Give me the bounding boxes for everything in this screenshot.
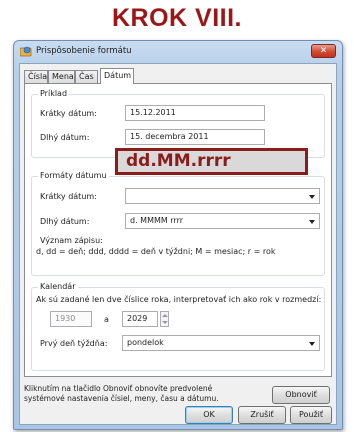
long-date-combo[interactable]: d. MMMM rrrr (125, 213, 320, 229)
notation-meaning-text: d, dd = deň; ddd, dddd = deň v týždni; M… (36, 247, 276, 256)
apply-button[interactable]: Použiť (290, 406, 332, 424)
date-formats-group: Formáty dátumu Krátky dátum: Dlhý dátum:… (31, 171, 325, 276)
example-short-value: 15.12.2011 (125, 105, 265, 121)
dialog-body: Čísla Mena Čas Dátum Príklad Krátky dátu… (19, 63, 337, 425)
cancel-button[interactable]: Zrušiť (238, 406, 286, 424)
regional-settings-icon (20, 46, 32, 57)
calendar-legend: Kalendár (38, 282, 78, 291)
restore-note: Kliknutím na tlačidlo Obnoviť obnovíte p… (24, 384, 224, 404)
long-date-value: d. MMMM rrrr (130, 216, 184, 225)
tab-currency[interactable]: Mena (48, 70, 75, 83)
ok-button[interactable]: OK (185, 406, 233, 424)
year-to-field[interactable]: 2029 (122, 311, 158, 327)
chevron-down-icon (309, 195, 315, 199)
title-bar[interactable]: Prispôsobenie formátu ✕ (14, 41, 342, 63)
page-heading: KROK VIII. (111, 4, 242, 32)
notation-meaning-label: Význam zápisu: (40, 236, 103, 245)
short-date-label: Krátky dátum: (40, 192, 97, 201)
example-legend: Príklad (38, 89, 70, 98)
close-button[interactable]: ✕ (311, 44, 336, 58)
first-day-label: Prvý deň týždňa: (40, 339, 108, 348)
short-date-combo[interactable] (125, 188, 320, 204)
long-date-label: Dlhý dátum: (40, 217, 90, 226)
tab-numbers[interactable]: Čísla (24, 70, 48, 83)
year-range-separator: a (104, 315, 109, 324)
year-spinner[interactable] (160, 311, 169, 327)
example-long-value: 15. decembra 2011 (125, 129, 265, 145)
restore-note-line2: systémové nastavenia čísiel, meny, času … (24, 394, 219, 403)
first-day-value: pondelok (127, 338, 164, 347)
window-title: Prispôsobenie formátu (36, 46, 132, 56)
date-tab-panel: Príklad Krátky dátum: 15.12.2011 Dlhý dá… (24, 83, 332, 377)
two-digit-year-description: Ak sú zadané len dve číslice roka, inter… (36, 295, 322, 304)
year-from-field: 1930 (50, 311, 92, 327)
tab-time[interactable]: Čas (75, 70, 98, 83)
example-long-label: Dlhý dátum: (40, 133, 90, 142)
chevron-down-icon (309, 220, 315, 224)
chevron-down-icon (309, 342, 315, 346)
restore-note-line1: Kliknutím na tlačidlo Obnoviť obnovíte p… (24, 384, 213, 393)
close-icon: ✕ (319, 46, 328, 56)
customize-format-dialog: Prispôsobenie formátu ✕ Čísla Mena Čas D… (13, 40, 343, 430)
example-short-label: Krátky dátum: (40, 109, 97, 118)
tab-date[interactable]: Dátum (100, 68, 134, 84)
spin-up-icon (162, 314, 168, 317)
short-date-format-callout[interactable]: dd.MM.rrrr (115, 148, 308, 175)
restore-button[interactable]: Obnoviť (272, 386, 330, 404)
calendar-group: Kalendár Ak sú zadané len dve číslice ro… (31, 282, 325, 371)
date-formats-legend: Formáty dátumu (38, 171, 109, 180)
first-day-combo[interactable]: pondelok (122, 335, 320, 351)
spin-down-icon (162, 321, 168, 324)
